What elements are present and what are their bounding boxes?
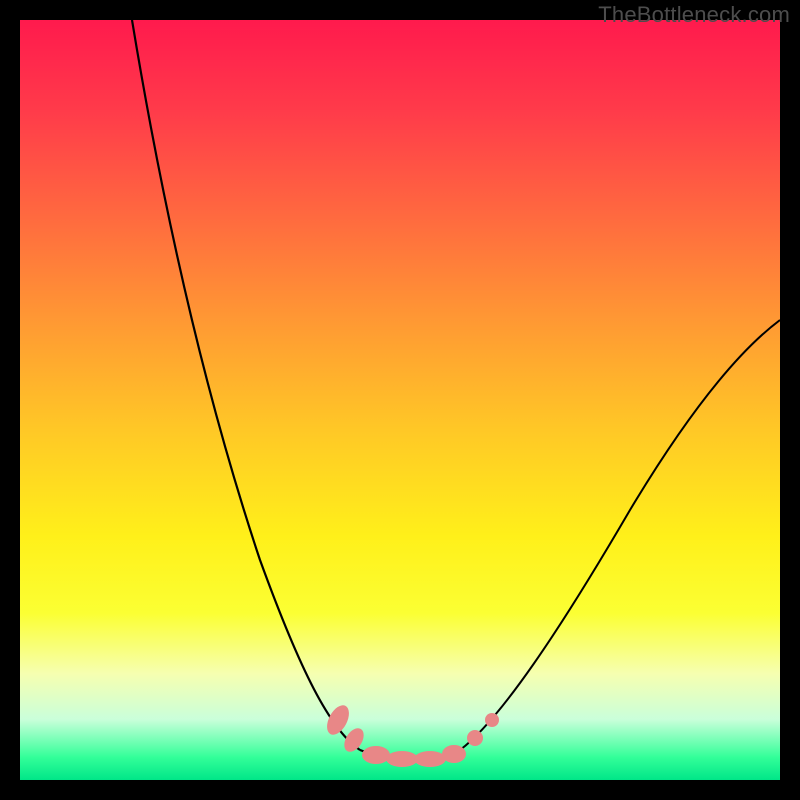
bottleneck-curve: [20, 20, 780, 780]
valley-marker-group: [323, 702, 499, 767]
watermark-text: TheBottleneck.com: [598, 2, 790, 28]
curve-left-branch: [132, 20, 360, 750]
chart-frame: TheBottleneck.com: [0, 0, 800, 800]
curve-right-branch: [460, 320, 780, 750]
chart-plot-area: [20, 20, 780, 780]
